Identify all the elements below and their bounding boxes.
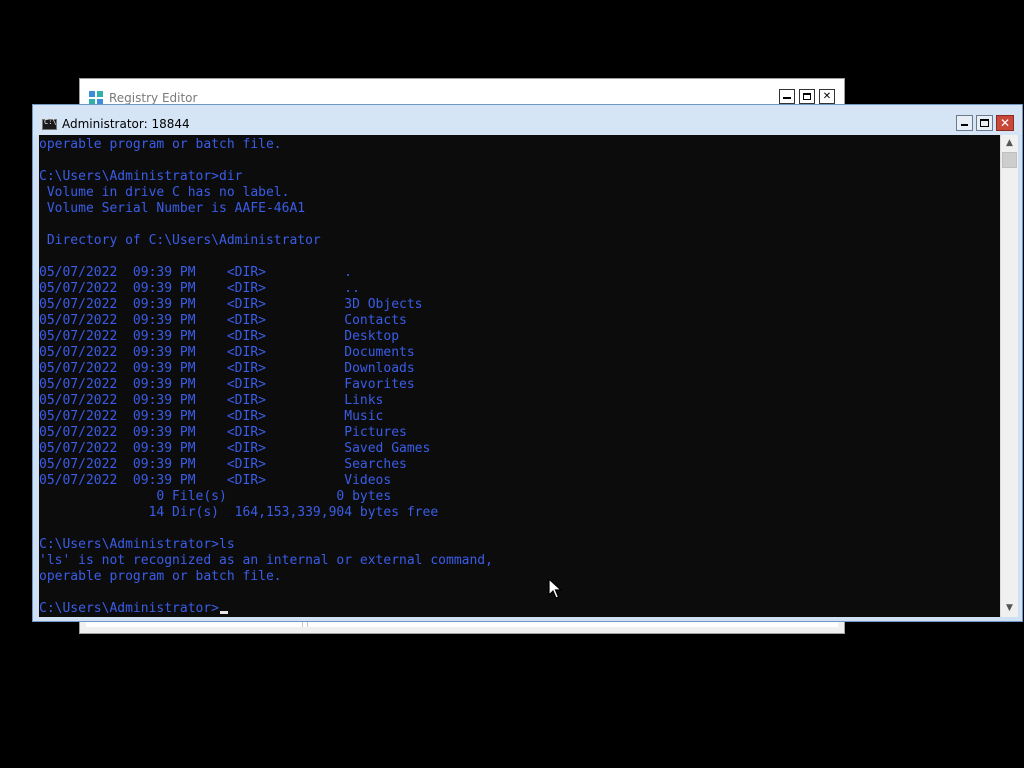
maximize-icon xyxy=(803,93,811,100)
console-line: 14 Dir(s) 164,153,339,904 bytes free xyxy=(39,505,439,520)
console-output-area[interactable]: operable program or batch file. C:\Users… xyxy=(39,135,1000,617)
console-line: operable program or batch file. xyxy=(39,569,282,584)
console-line: Volume in drive C has no label. xyxy=(39,185,290,200)
registry-close-button[interactable]: ✕ xyxy=(819,89,835,104)
scrollbar-thumb[interactable] xyxy=(1002,152,1017,168)
console-minimize-button[interactable] xyxy=(956,115,973,131)
console-line: 'ls' is not recognized as an internal or… xyxy=(39,553,493,568)
console-close-button[interactable]: ✕ xyxy=(996,115,1014,131)
console-line: 0 File(s) 0 bytes xyxy=(39,489,392,504)
console-line: C:\Users\Administrator>dir xyxy=(39,169,243,184)
console-title: Administrator: 18844 xyxy=(62,117,190,131)
registry-minimize-button[interactable] xyxy=(779,89,795,104)
minimize-icon xyxy=(961,124,968,126)
console-line: Directory of C:\Users\Administrator xyxy=(39,233,321,248)
scroll-up-arrow-icon[interactable]: ▲ xyxy=(1001,135,1018,152)
maximize-icon xyxy=(980,119,989,127)
console-line: Volume Serial Number is AAFE-46A1 xyxy=(39,201,306,216)
console-maximize-button[interactable] xyxy=(976,115,993,131)
vertical-scrollbar[interactable]: ▲ ▼ xyxy=(1000,135,1018,617)
console-line: 05/07/2022 09:39 PM <DIR> Documents xyxy=(39,345,415,360)
console-line: 05/07/2022 09:39 PM <DIR> Favorites xyxy=(39,377,415,392)
registry-editor-title: Registry Editor xyxy=(109,91,198,105)
console-line: 05/07/2022 09:39 PM <DIR> . xyxy=(39,265,353,280)
console-line: C:\Users\Administrator>ls xyxy=(39,537,235,552)
console-line: 05/07/2022 09:39 PM <DIR> Downloads xyxy=(39,361,415,376)
console-line: 05/07/2022 09:39 PM <DIR> Contacts xyxy=(39,313,407,328)
scroll-down-arrow-icon[interactable]: ▼ xyxy=(1001,600,1018,617)
close-icon: ✕ xyxy=(822,91,832,102)
console-titlebar[interactable]: C:\ Administrator: 18844 ✕ xyxy=(33,105,1022,135)
close-icon: ✕ xyxy=(999,116,1011,130)
console-line: 05/07/2022 09:39 PM <DIR> Searches xyxy=(39,457,407,472)
registry-icon xyxy=(89,91,103,105)
console-prompt[interactable]: C:\Users\Administrator> xyxy=(39,601,219,616)
console-line: 05/07/2022 09:39 PM <DIR> 3D Objects xyxy=(39,297,423,312)
console-line: 05/07/2022 09:39 PM <DIR> .. xyxy=(39,281,360,296)
text-cursor xyxy=(220,611,229,614)
console-line: 05/07/2022 09:39 PM <DIR> Links xyxy=(39,393,384,408)
mouse-pointer-icon xyxy=(548,578,562,599)
console-line: 05/07/2022 09:39 PM <DIR> Music xyxy=(39,409,384,424)
console-line: 05/07/2022 09:39 PM <DIR> Desktop xyxy=(39,329,400,344)
minimize-icon xyxy=(783,97,791,99)
console-line: 05/07/2022 09:39 PM <DIR> Saved Games xyxy=(39,441,431,456)
console-output-text: operable program or batch file. C:\Users… xyxy=(39,135,1000,617)
console-line: 05/07/2022 09:39 PM <DIR> Videos xyxy=(39,473,392,488)
command-prompt-window[interactable]: C:\ Administrator: 18844 ✕ operable prog… xyxy=(32,104,1023,622)
console-line: 05/07/2022 09:39 PM <DIR> Pictures xyxy=(39,425,407,440)
registry-maximize-button[interactable] xyxy=(799,89,815,104)
cmd-icon: C:\ xyxy=(42,118,57,130)
console-line: operable program or batch file. xyxy=(39,137,282,152)
